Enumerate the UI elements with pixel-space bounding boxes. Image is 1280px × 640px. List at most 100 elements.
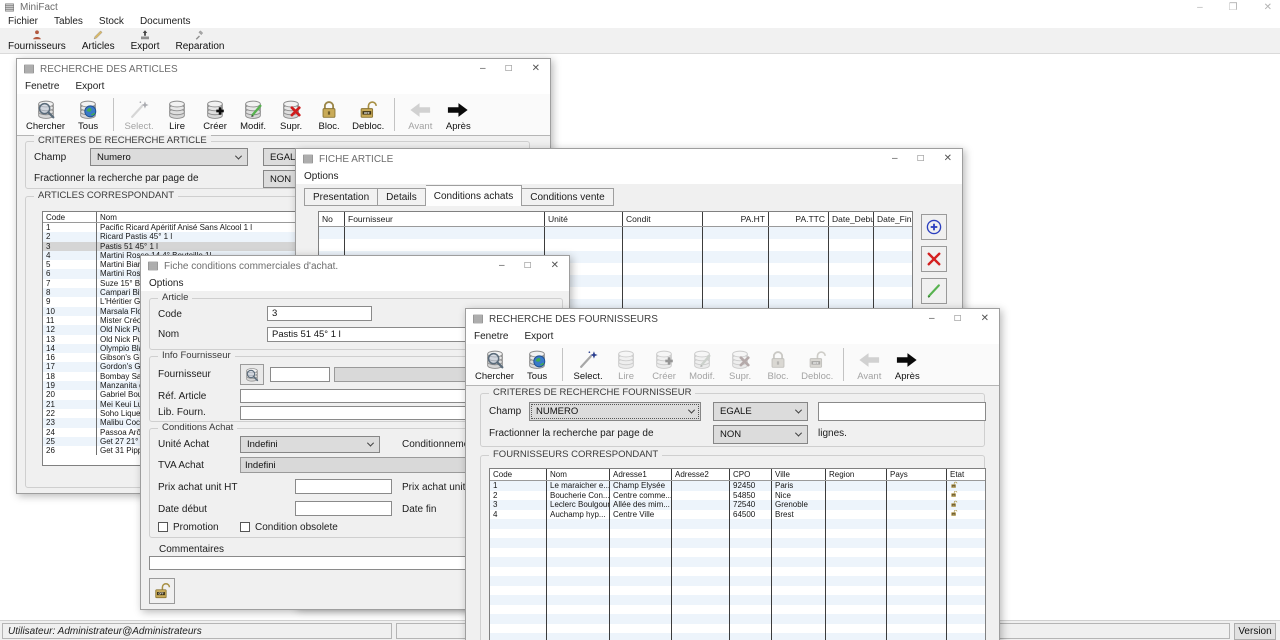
- toolbar-button-apr-s[interactable]: Après: [440, 98, 476, 133]
- titlebar[interactable]: RECHERCHE DES ARTICLES – □ ✕: [17, 59, 550, 79]
- toolbar-button-bloc[interactable]: Bloc.: [311, 98, 347, 133]
- menu-stock[interactable]: Stock: [99, 16, 124, 27]
- toolbar-button-cr-er[interactable]: Créer: [197, 98, 233, 133]
- tab-conditions-achats[interactable]: Conditions achats: [426, 185, 523, 206]
- toolbar-button-tous[interactable]: Tous: [70, 98, 106, 133]
- close-icon[interactable]: ✕: [981, 314, 989, 324]
- cell: [545, 239, 623, 251]
- toolbar-button-apr-s[interactable]: Après: [889, 348, 925, 383]
- toolbar-button-export[interactable]: Export: [127, 28, 164, 53]
- restore-icon[interactable]: ❐: [1229, 3, 1238, 13]
- menu-fenetre[interactable]: Fenetre: [25, 81, 59, 92]
- minimize-icon[interactable]: –: [892, 154, 898, 164]
- toolbar-button-modif[interactable]: Modif.: [235, 98, 271, 133]
- db-plus-icon: [653, 349, 675, 371]
- ref-article-label: Réf. Article: [158, 391, 206, 402]
- menu-export[interactable]: Export: [524, 331, 553, 342]
- search-value-input[interactable]: [818, 402, 986, 421]
- minimize-icon[interactable]: –: [1197, 3, 1203, 13]
- toolbar-button-reparation[interactable]: Reparation: [172, 28, 229, 53]
- cell: [547, 595, 610, 605]
- toolbar-button-tous[interactable]: Tous: [519, 348, 555, 383]
- tab-details[interactable]: Details: [378, 188, 426, 206]
- toolbar-button-debloc[interactable]: Debloc.: [349, 98, 387, 133]
- close-icon[interactable]: ✕: [1264, 3, 1272, 13]
- close-icon[interactable]: ✕: [551, 261, 559, 271]
- minimize-icon[interactable]: –: [929, 314, 935, 324]
- export-icon: [139, 29, 151, 41]
- prix-achat-ht-field[interactable]: [295, 479, 392, 494]
- minimize-icon[interactable]: –: [480, 64, 486, 74]
- unlock-icon: [950, 491, 958, 499]
- toolbar-button-articles[interactable]: Articles: [78, 28, 119, 53]
- fraction-select[interactable]: NON: [713, 425, 808, 444]
- cell: [826, 586, 887, 596]
- titlebar[interactable]: RECHERCHE DES FOURNISSEURS – □ ✕: [466, 309, 999, 329]
- tab-presentation[interactable]: Presentation: [304, 188, 378, 206]
- desktop: MiniFact – ❐ ✕ Fichier Tables Stock Docu…: [0, 0, 1280, 640]
- table-empty-row: [490, 567, 985, 577]
- maximize-icon[interactable]: □: [918, 154, 924, 164]
- close-icon[interactable]: ✕: [532, 64, 540, 74]
- date-debut-field[interactable]: [295, 501, 392, 516]
- add-row-button[interactable]: [921, 214, 947, 240]
- table-row[interactable]: 3Leclerc BoulgourAllée des mim...72540Gr…: [490, 500, 985, 510]
- unite-achat-select[interactable]: Indefini: [240, 436, 380, 453]
- code-value: 3: [272, 308, 277, 319]
- cell: [887, 481, 947, 491]
- tab-conditions-vente[interactable]: Conditions vente: [522, 188, 614, 206]
- table-row[interactable]: 2Boucherie Con...Centre comme...54850Nic…: [490, 491, 985, 501]
- unlock-icon: [357, 99, 379, 121]
- cell: Champ Elysée: [610, 481, 672, 491]
- promotion-checkbox[interactable]: [158, 522, 168, 532]
- menu-fenetre[interactable]: Fenetre: [474, 331, 508, 342]
- titlebar[interactable]: Fiche conditions commerciales d'achat. –…: [141, 256, 569, 276]
- cell: [672, 548, 730, 558]
- menu-documents[interactable]: Documents: [140, 16, 191, 27]
- table-row[interactable]: 1Le maraicher e...Champ Elysée92450Paris: [490, 481, 985, 491]
- cell: 11: [43, 316, 97, 325]
- minimize-icon[interactable]: –: [499, 261, 505, 271]
- cell: [826, 491, 887, 501]
- cell: [887, 576, 947, 586]
- unlock-button[interactable]: [149, 578, 175, 604]
- menu-fichier[interactable]: Fichier: [8, 16, 38, 27]
- toolbar-button-select[interactable]: Select.: [570, 348, 606, 383]
- operator-select[interactable]: EGALE: [713, 402, 808, 421]
- maximize-icon[interactable]: □: [525, 261, 531, 271]
- cell: Nice: [772, 491, 826, 501]
- fournisseur-code-field[interactable]: [270, 367, 330, 382]
- toolbar-button-fournisseurs[interactable]: Fournisseurs: [4, 28, 70, 53]
- menu-options[interactable]: Options: [304, 171, 338, 182]
- table-empty-row: [490, 633, 985, 640]
- champ-select[interactable]: NUMERO: [529, 402, 701, 421]
- champ-select[interactable]: Numero: [90, 148, 248, 166]
- toolbar-button-chercher[interactable]: Chercher: [23, 98, 68, 133]
- delete-row-button[interactable]: [921, 246, 947, 272]
- cell: [826, 481, 887, 491]
- maximize-icon[interactable]: □: [955, 314, 961, 324]
- fournisseur-search-button[interactable]: [240, 364, 264, 385]
- version-button[interactable]: Version: [1234, 623, 1276, 640]
- edit-row-button[interactable]: [921, 278, 947, 304]
- titlebar[interactable]: FICHE ARTICLE – □ ✕: [296, 149, 962, 169]
- toolbar-button-label: Debloc.: [801, 371, 833, 382]
- code-field[interactable]: 3: [267, 306, 372, 321]
- cell: [829, 227, 874, 239]
- db-pencil-icon: [242, 99, 264, 121]
- maximize-icon[interactable]: □: [506, 64, 512, 74]
- cell: [730, 633, 772, 640]
- toolbar-button-supr[interactable]: Supr.: [273, 98, 309, 133]
- condition-obsolete-checkbox[interactable]: [240, 522, 250, 532]
- app-titlebar[interactable]: MiniFact – ❐ ✕: [0, 0, 1280, 15]
- toolbar-button-chercher[interactable]: Chercher: [472, 348, 517, 383]
- table-empty-row: [490, 548, 985, 558]
- menu-options[interactable]: Options: [149, 278, 183, 289]
- cell: [610, 567, 672, 577]
- close-icon[interactable]: ✕: [944, 154, 952, 164]
- menu-tables[interactable]: Tables: [54, 16, 83, 27]
- cell: 18: [43, 372, 97, 381]
- menu-export[interactable]: Export: [75, 81, 104, 92]
- table-row[interactable]: 4Auchamp hyp...Centre Ville64500Brest: [490, 510, 985, 520]
- toolbar-button-lire[interactable]: Lire: [159, 98, 195, 133]
